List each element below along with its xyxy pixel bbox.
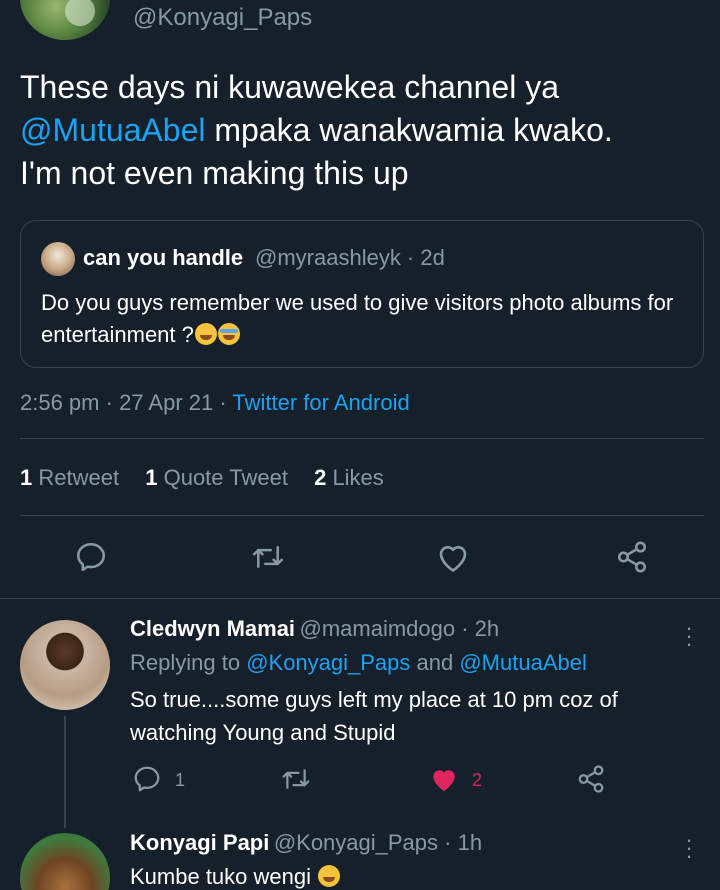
author-avatar[interactable] xyxy=(20,0,110,40)
laughing-emoji-icon xyxy=(318,865,341,887)
tweet-mention-link[interactable]: @MutuaAbel xyxy=(20,112,205,148)
more-vertical-icon[interactable]: · · · xyxy=(684,617,694,655)
replying-to-link[interactable]: @MutuaAbel xyxy=(459,650,587,675)
tweet-date[interactable]: 27 Apr 21 xyxy=(119,390,213,415)
tweet-meta: 2:56 pm · 27 Apr 21 · Twitter for Androi… xyxy=(20,390,410,415)
reply-text: Kumbe tuko wengi xyxy=(130,860,341,890)
reply-author-handle[interactable]: @Konyagi_Paps · 1h xyxy=(274,830,482,855)
reply-header: Konyagi Papi @Konyagi_Paps · 1h xyxy=(130,830,482,856)
laughing-emoji-icon xyxy=(194,323,217,345)
tweet-stats: 1 Retweet 1 Quote Tweet 2 Likes xyxy=(20,465,384,491)
quoted-author-avatar xyxy=(41,242,75,276)
reply-header: Cledwyn Mamai @mamaimdogo · 2h xyxy=(130,616,499,642)
like-icon[interactable] xyxy=(435,540,471,574)
quoted-author-handle: @myraashleyk · 2d xyxy=(255,245,445,270)
reply-count: 1 xyxy=(175,770,186,790)
reply-author-name[interactable]: Cledwyn Mamai xyxy=(130,616,295,641)
quoted-text-content: Do you guys remember we used to give vis… xyxy=(41,290,674,347)
heart-icon[interactable] xyxy=(428,764,460,794)
share-icon[interactable] xyxy=(614,540,650,574)
quoted-author-name: can you handle xyxy=(83,245,244,270)
tweet-text-line-2: mpaka wanakwamia kwako. xyxy=(205,112,613,148)
replying-to: Replying to @Konyagi_Paps and @MutuaAbel xyxy=(130,650,587,675)
thread-line xyxy=(64,716,66,828)
reply-icon[interactable] xyxy=(74,540,108,574)
retweets-stat[interactable]: 1 Retweet xyxy=(20,465,119,490)
reply-text: So true....some guys left my place at 10… xyxy=(130,687,618,745)
quotes-stat[interactable]: 1 Quote Tweet xyxy=(145,465,288,490)
tweet-text: These days ni kuwawekea channel ya @Mutu… xyxy=(20,66,710,195)
tweet-text-line-3: I'm not even making this up xyxy=(20,155,409,191)
tweet-source-link[interactable]: Twitter for Android xyxy=(232,390,409,415)
divider xyxy=(20,515,704,516)
retweet-icon[interactable] xyxy=(280,764,312,794)
more-vertical-icon[interactable]: · · · xyxy=(684,829,694,867)
tweet-text-line-1: These days ni kuwawekea channel ya xyxy=(20,69,559,105)
reply-author-name[interactable]: Konyagi Papi xyxy=(130,830,269,855)
likes-stat[interactable]: 2 Likes xyxy=(314,465,384,490)
quoted-tweet-card[interactable]: can you handle @myraashleyk · 2d Do you … xyxy=(20,220,704,368)
quoted-tweet-text: Do you guys remember we used to give vis… xyxy=(41,287,681,351)
divider xyxy=(20,438,704,439)
replying-to-link[interactable]: @Konyagi_Paps xyxy=(246,650,410,675)
like-count: 2 xyxy=(472,770,483,790)
retweet-icon[interactable] xyxy=(250,540,286,574)
reply-author-avatar[interactable] xyxy=(20,620,110,710)
divider xyxy=(0,598,720,599)
reply-author-avatar[interactable] xyxy=(20,833,110,890)
share-icon[interactable] xyxy=(576,764,606,794)
crying-emoji-icon xyxy=(217,323,240,345)
tweet-time[interactable]: 2:56 pm xyxy=(20,390,100,415)
reply-icon[interactable] xyxy=(132,764,162,794)
author-handle[interactable]: @Konyagi_Paps xyxy=(133,4,312,32)
reply-author-handle[interactable]: @mamaimdogo · 2h xyxy=(300,616,500,641)
